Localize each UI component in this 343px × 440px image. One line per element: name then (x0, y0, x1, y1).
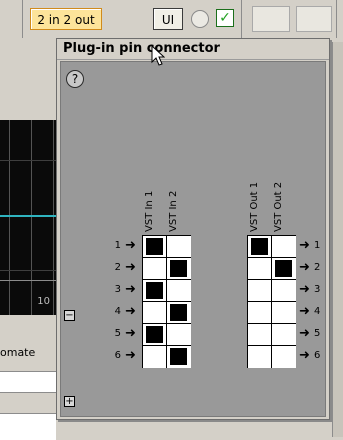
host-field[interactable] (0, 371, 56, 393)
output-pin-cell[interactable] (272, 324, 296, 346)
grid-line (0, 270, 56, 271)
right-arrow-icon: ➜ (125, 326, 136, 341)
output-pin-number: 3 (314, 284, 321, 295)
output-pin-cell[interactable] (272, 258, 296, 280)
right-arrow-icon: ➜ (299, 326, 310, 341)
mouse-pointer-icon (151, 45, 165, 66)
plus-box-icon[interactable]: + (64, 396, 75, 407)
output-pin-number: 4 (314, 306, 321, 317)
output-column-label: VST Out 2 (273, 181, 284, 232)
output-pin-number: 5 (314, 328, 321, 339)
input-pin-cell[interactable] (167, 258, 191, 280)
right-arrow-icon: ➜ (125, 260, 136, 275)
grid-line (31, 120, 32, 315)
grid-line (53, 120, 54, 315)
input-pin-cell[interactable] (143, 236, 167, 258)
grid-line (9, 120, 10, 315)
toolbar-button[interactable] (252, 6, 290, 32)
output-pin-cell[interactable] (248, 346, 272, 368)
scrollbar[interactable] (332, 42, 343, 437)
minus-box-icon[interactable]: − (64, 310, 75, 321)
input-pin-number: 1 (114, 240, 121, 251)
input-pin-number: 6 (114, 350, 121, 361)
right-arrow-icon: ➜ (125, 348, 136, 363)
host-bottom (56, 420, 330, 439)
toolbar-separator (22, 0, 23, 38)
toolbar-separator (336, 0, 337, 38)
output-pin-cell[interactable] (248, 280, 272, 302)
output-pin-number: 2 (314, 262, 321, 273)
pin-connector-window: Plug-in pin connector ? VST In 1 VST In … (56, 38, 330, 420)
output-pin-number: 6 (314, 350, 321, 361)
output-pin-cell[interactable] (248, 258, 272, 280)
toolbar-separator (241, 0, 242, 38)
automation-label: omate (0, 346, 36, 359)
output-pin-number: 1 (314, 240, 321, 251)
output-column-label: VST Out 1 (249, 181, 260, 232)
input-pin-number: 5 (114, 328, 121, 339)
window-title: Plug-in pin connector (63, 41, 220, 56)
enable-checkbox[interactable]: ✓ (216, 9, 234, 27)
input-pin-cell[interactable] (143, 324, 167, 346)
host-right-panel (330, 38, 343, 439)
title-bar[interactable]: Plug-in pin connector (57, 39, 329, 60)
output-pin-cell[interactable] (248, 324, 272, 346)
host-field[interactable] (0, 413, 56, 440)
right-arrow-icon: ➜ (299, 348, 310, 363)
host-toolbar: 2 in 2 out UI ✓ (0, 0, 343, 38)
input-pin-cell[interactable] (143, 280, 167, 302)
ui-button[interactable]: UI (153, 8, 183, 30)
input-pin-cell[interactable] (167, 302, 191, 324)
right-arrow-icon: ➜ (125, 282, 136, 297)
output-pin-cell[interactable] (272, 346, 296, 368)
bypass-toggle[interactable] (191, 10, 209, 28)
track-view[interactable]: 10 (0, 120, 56, 315)
input-pin-number: 3 (114, 284, 121, 295)
pin-matrix-panel: ? VST In 1 VST In 2 VST Out 1 VST Out 2 … (60, 61, 326, 417)
right-arrow-icon: ➜ (299, 238, 310, 253)
right-arrow-icon: ➜ (299, 260, 310, 275)
right-arrow-icon: ➜ (125, 304, 136, 319)
output-pin-cell[interactable] (248, 302, 272, 324)
io-config-button[interactable]: 2 in 2 out (30, 8, 102, 30)
input-pin-grid (142, 235, 191, 368)
output-pin-cell[interactable] (272, 302, 296, 324)
divider (0, 280, 56, 281)
right-arrow-icon: ➜ (125, 238, 136, 253)
input-pin-cell[interactable] (143, 346, 167, 368)
input-pin-cell[interactable] (143, 302, 167, 324)
input-pin-number: 4 (114, 306, 121, 317)
input-pin-cell[interactable] (167, 280, 191, 302)
input-pin-cell[interactable] (167, 346, 191, 368)
output-pin-cell[interactable] (272, 280, 296, 302)
timeline-marker: 10 (37, 296, 50, 307)
input-pin-cell[interactable] (143, 258, 167, 280)
host-left-panel: 10 omate (0, 38, 56, 440)
input-pin-cell[interactable] (167, 236, 191, 258)
input-pin-number: 2 (114, 262, 121, 273)
output-pin-cell[interactable] (272, 236, 296, 258)
right-arrow-icon: ➜ (299, 304, 310, 319)
input-column-label: VST In 2 (168, 190, 179, 232)
output-pin-cell[interactable] (248, 236, 272, 258)
input-pin-cell[interactable] (167, 324, 191, 346)
right-arrow-icon: ➜ (299, 282, 310, 297)
question-circle-icon[interactable]: ? (66, 70, 84, 88)
envelope-line (0, 215, 56, 217)
grid-line (0, 160, 56, 161)
toolbar-button[interactable] (296, 6, 332, 32)
output-pin-grid (247, 235, 296, 368)
input-column-label: VST In 1 (144, 190, 155, 232)
